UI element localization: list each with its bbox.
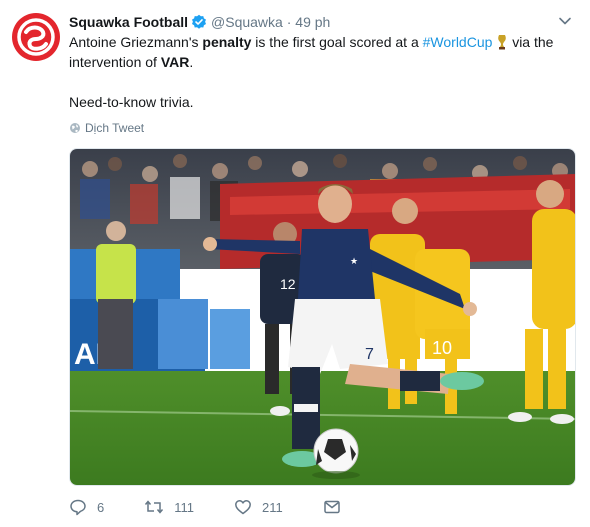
player-number-7: 7 bbox=[365, 346, 374, 363]
dm-icon bbox=[323, 500, 340, 514]
text-bold-var: VAR bbox=[160, 54, 190, 70]
text-segment: Antoine Griezmann's bbox=[69, 34, 203, 50]
opponent-number-10: 10 bbox=[432, 338, 452, 358]
tweet-text: Antoine Griezmann's penalty is the first… bbox=[69, 32, 569, 112]
squawka-logo bbox=[12, 13, 60, 61]
text-segment: . bbox=[189, 54, 194, 70]
tweet-photo[interactable]: AI 10 12 ★ 7 bbox=[69, 148, 576, 486]
retweet-icon bbox=[145, 500, 164, 514]
translate-label: Dịch Tweet bbox=[85, 121, 145, 135]
griezmann-penalty-photo: AI 10 12 ★ 7 bbox=[70, 149, 575, 485]
globe-icon bbox=[70, 123, 80, 133]
hashtag-link[interactable]: #WorldCup bbox=[423, 34, 493, 50]
tweet-actions: 6 111 211 bbox=[69, 498, 381, 516]
opponent-number-12: 12 bbox=[280, 276, 296, 292]
text-bold-penalty: penalty bbox=[202, 34, 252, 50]
tweet-text-line-1: Antoine Griezmann's penalty is the first… bbox=[69, 32, 569, 72]
avatar[interactable] bbox=[12, 13, 60, 61]
author-handle[interactable]: @Squawka bbox=[211, 14, 283, 30]
tweet-card[interactable]: Squawka Football @Squawka · 49 ph Antoine… bbox=[0, 0, 590, 527]
tweet-text-line-2: Need-to-know trivia. bbox=[69, 94, 194, 110]
chevron-down-icon[interactable] bbox=[558, 14, 572, 28]
separator-dot: · bbox=[286, 14, 292, 30]
reply-count: 6 bbox=[97, 499, 105, 515]
trophy-emoji-icon bbox=[496, 34, 508, 50]
translate-tweet-link[interactable]: Dịch Tweet bbox=[69, 121, 144, 135]
reply-icon bbox=[70, 499, 86, 516]
retweet-button[interactable]: 111 bbox=[144, 498, 194, 516]
direct-message-button[interactable] bbox=[323, 498, 341, 516]
tweet-header: Squawka Football @Squawka · 49 ph bbox=[69, 12, 570, 34]
tweet-timestamp[interactable]: 49 ph bbox=[295, 14, 330, 30]
retweet-count: 111 bbox=[174, 499, 194, 515]
like-count: 211 bbox=[262, 499, 283, 515]
reply-button[interactable]: 6 bbox=[69, 498, 104, 516]
author-name[interactable]: Squawka Football bbox=[69, 14, 188, 30]
like-icon bbox=[235, 500, 251, 515]
text-segment: is the first goal scored at a bbox=[251, 34, 423, 50]
fff-crest-icon: ★ bbox=[350, 256, 358, 266]
like-button[interactable]: 211 bbox=[234, 498, 283, 516]
